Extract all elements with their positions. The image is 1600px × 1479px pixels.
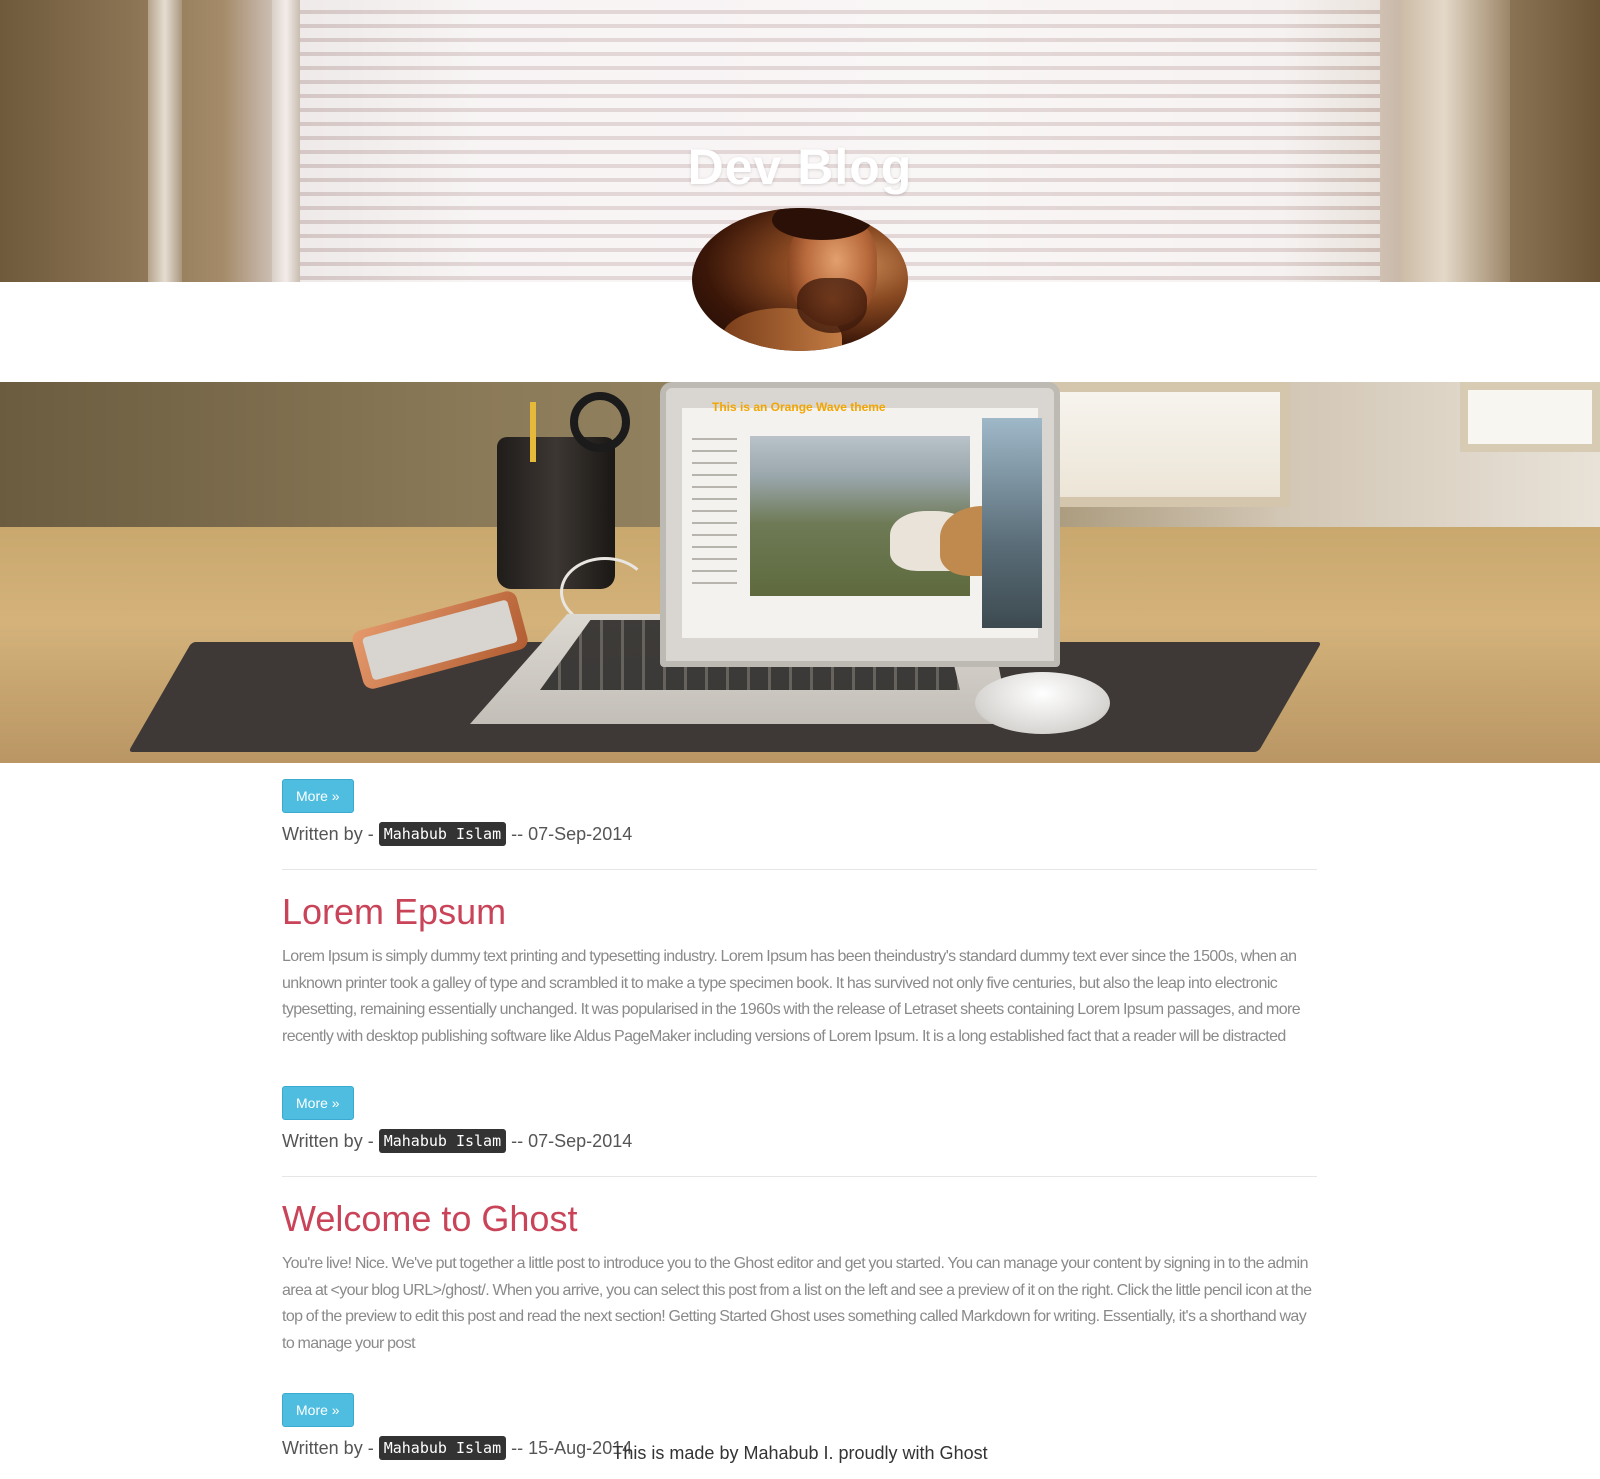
post-excerpt: Lorem Ipsum is simply dummy text printin… bbox=[282, 948, 1301, 1045]
feature-window bbox=[1040, 382, 1290, 507]
post-meta: Written by - Mahabub Islam -- 07-Sep-201… bbox=[282, 1128, 1317, 1154]
author-name-badge: Mahabub Islam bbox=[378, 821, 507, 846]
more-button[interactable]: More » bbox=[282, 779, 354, 813]
avatar-beard-shape bbox=[797, 278, 867, 333]
post-date: 07-Sep-2014 bbox=[528, 824, 633, 844]
feature-laptop-sidebar bbox=[692, 438, 737, 588]
blog-page: Dev Blog This is an Orange Wave theme Mo… bbox=[0, 0, 1600, 1479]
author-name-badge: Mahabub Islam bbox=[378, 1128, 507, 1153]
post-date: 07-Sep-2014 bbox=[528, 1131, 633, 1151]
feature-pencil bbox=[530, 402, 536, 462]
feature-mouse bbox=[975, 672, 1110, 734]
post-actions: More » Written by - Mahabub Islam -- 07-… bbox=[282, 1086, 1317, 1154]
more-button[interactable]: More » bbox=[282, 1393, 354, 1427]
post-divider bbox=[282, 869, 1317, 870]
feature-scissors bbox=[570, 392, 630, 452]
feature-post-image[interactable]: This is an Orange Wave theme bbox=[0, 382, 1600, 763]
post-item: Welcome to Ghost You're live! Nice. We'v… bbox=[282, 1197, 1317, 1479]
post-excerpt: You're live! Nice. We've put together a … bbox=[282, 1255, 1312, 1352]
post-divider bbox=[282, 1176, 1317, 1177]
author-avatar bbox=[692, 208, 908, 351]
written-by-label: Written by - bbox=[282, 824, 374, 844]
post-list: More » Written by - Mahabub Islam -- 07-… bbox=[282, 779, 1317, 1479]
feature-laptop-screen bbox=[660, 382, 1060, 667]
post-item: Lorem Epsum Lorem Ipsum is simply dummy … bbox=[282, 890, 1317, 1177]
site-title[interactable]: Dev Blog bbox=[0, 138, 1600, 196]
more-button[interactable]: More » bbox=[282, 1086, 354, 1120]
footer-credit: This is made by Mahabub I. proudly with … bbox=[612, 1443, 988, 1463]
feature-window bbox=[1460, 382, 1600, 452]
feature-laptop-side-photo bbox=[982, 418, 1042, 628]
feature-laptop-photo bbox=[750, 436, 1035, 596]
meta-separator: -- bbox=[511, 1131, 524, 1151]
feature-laptop-display bbox=[682, 408, 1042, 638]
post-actions: More » Written by - Mahabub Islam -- 07-… bbox=[282, 779, 1317, 847]
feature-screen-caption: This is an Orange Wave theme bbox=[712, 400, 886, 414]
post-title-link[interactable]: Welcome to Ghost bbox=[282, 1197, 1317, 1241]
meta-separator: -- bbox=[511, 824, 524, 844]
post-title-link[interactable]: Lorem Epsum bbox=[282, 890, 1317, 934]
post-meta: Written by - Mahabub Islam -- 07-Sep-201… bbox=[282, 821, 1317, 847]
written-by-label: Written by - bbox=[282, 1131, 374, 1151]
